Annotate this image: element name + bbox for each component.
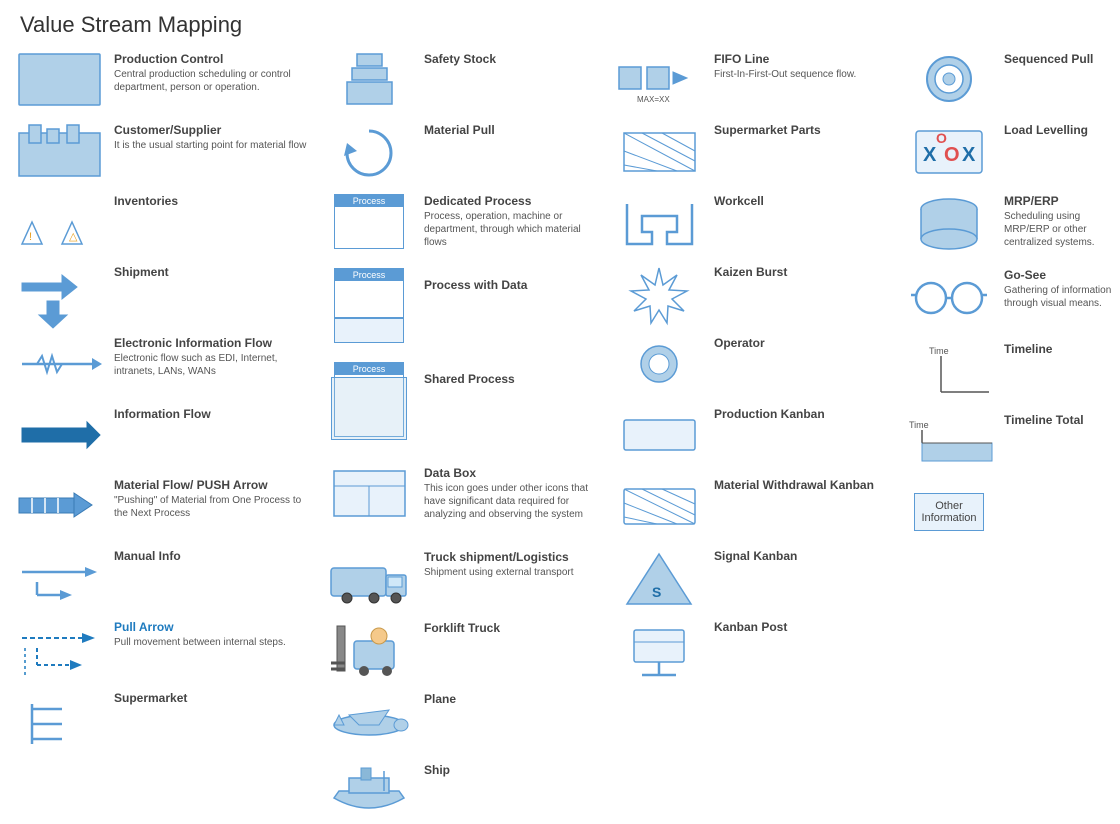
dedicated-process-icon: Process	[324, 194, 414, 249]
list-item: Production Kanban	[610, 401, 900, 468]
list-item: Forklift Truck	[320, 615, 610, 682]
list-item: X O X O Load Levelling	[900, 117, 1120, 184]
supermarket-parts-icon	[614, 123, 704, 178]
material-withdrawal-icon	[614, 478, 704, 533]
truck-icon	[324, 550, 414, 605]
kanban-post-icon	[614, 620, 704, 675]
kaizen-burst-icon	[614, 265, 704, 320]
svg-text:Time: Time	[909, 420, 929, 430]
list-item: Go-See Gathering of information through …	[900, 262, 1120, 332]
list-item: Ship	[320, 757, 610, 824]
svg-text:O: O	[936, 130, 947, 146]
list-item: Customer/Supplier It is the usual starti…	[10, 117, 320, 184]
inventories-icon: ! △	[14, 194, 104, 249]
svg-text:S: S	[652, 584, 661, 600]
list-item: MAX=XX FIFO Line First-In-First-Out sequ…	[610, 46, 900, 113]
list-item: Safety Stock	[320, 46, 610, 113]
list-item: Shipment	[10, 259, 320, 326]
svg-text:X: X	[962, 144, 976, 166]
shared-process-icon: Process	[324, 372, 414, 427]
svg-text:!: !	[29, 231, 32, 243]
list-item: ! △ Inventories	[10, 188, 320, 255]
supermarket-icon	[14, 691, 104, 746]
shipment-icon	[14, 265, 104, 320]
list-item: Material Pull	[320, 117, 610, 184]
list-item: Sequenced Pull	[900, 46, 1120, 113]
column-1: Production Control Central production sc…	[10, 46, 320, 824]
list-item: Operator	[610, 330, 900, 397]
list-item: Data Box This icon goes under other icon…	[320, 460, 610, 540]
column-2: Safety Stock Material Pull Process	[320, 46, 610, 824]
column-4: Sequenced Pull X O X O Load Levelling	[900, 46, 1120, 824]
svg-text:MAX=XX: MAX=XX	[637, 95, 670, 104]
plane-icon	[324, 692, 414, 747]
list-item: Material Flow/ PUSH Arrow "Pushing" of M…	[10, 472, 320, 539]
page-title: Value Stream Mapping	[0, 0, 1120, 46]
list-item: Supermarket Parts	[610, 117, 900, 184]
list-item: Production Control Central production sc…	[10, 46, 320, 113]
workcell-icon	[614, 194, 704, 249]
safety-stock-icon	[324, 52, 414, 107]
other-info-box: Other Information	[914, 493, 984, 531]
list-item: Truck shipment/Logistics Shipment using …	[320, 544, 610, 611]
list-item: MRP/ERP Scheduling using MRP/ERP or othe…	[900, 188, 1120, 258]
electronic-info-icon	[14, 336, 104, 391]
svg-text:Time: Time	[929, 346, 949, 356]
mrp-erp-icon	[904, 194, 994, 249]
list-item: Plane	[320, 686, 610, 753]
list-item: Kanban Post	[610, 614, 900, 681]
list-item: S Signal Kanban	[610, 543, 900, 610]
production-kanban-icon	[614, 407, 704, 462]
list-item: Other Information	[900, 478, 1120, 545]
svg-text:△: △	[69, 231, 78, 243]
ship-icon	[324, 763, 414, 818]
load-levelling-icon: X O X O	[904, 123, 994, 178]
process-with-data-icon: Process	[324, 278, 414, 333]
operator-icon	[614, 336, 704, 391]
other-information-icon: Other Information	[904, 484, 994, 539]
list-item: Process Shared Process	[320, 366, 610, 456]
production-control-icon	[14, 52, 104, 107]
list-item: Process Process with Data	[320, 272, 610, 362]
svg-text:O: O	[944, 144, 960, 166]
column-3: MAX=XX FIFO Line First-In-First-Out sequ…	[610, 46, 900, 824]
list-item: Kaizen Burst	[610, 259, 900, 326]
list-item: Pull Arrow Pull movement between interna…	[10, 614, 320, 681]
list-item: Electronic Information Flow Electronic f…	[10, 330, 320, 397]
customer-supplier-icon	[14, 123, 104, 178]
data-box-icon	[324, 466, 414, 521]
list-item: Workcell	[610, 188, 900, 255]
list-item: Manual Info	[10, 543, 320, 610]
material-flow-icon	[14, 478, 104, 533]
list-item: Time Timeline Total	[900, 407, 1120, 474]
signal-kanban-icon: S	[614, 549, 704, 604]
information-flow-icon	[14, 407, 104, 462]
timeline-icon: Time	[904, 342, 994, 397]
list-item: Process Dedicated Process Process, opera…	[320, 188, 610, 268]
go-see-icon	[904, 268, 994, 323]
list-item: Time Timeline	[900, 336, 1120, 403]
material-pull-icon	[324, 123, 414, 178]
manual-info-icon	[14, 549, 104, 604]
list-item: Material Withdrawal Kanban	[610, 472, 900, 539]
list-item: Information Flow	[10, 401, 320, 468]
timeline-total-icon: Time	[904, 413, 994, 468]
forklift-icon	[324, 621, 414, 676]
fifo-icon: MAX=XX	[614, 52, 704, 107]
svg-text:X: X	[923, 144, 937, 166]
sequenced-pull-icon	[904, 52, 994, 107]
list-item: Supermarket	[10, 685, 320, 752]
pull-arrow-icon	[14, 620, 104, 675]
